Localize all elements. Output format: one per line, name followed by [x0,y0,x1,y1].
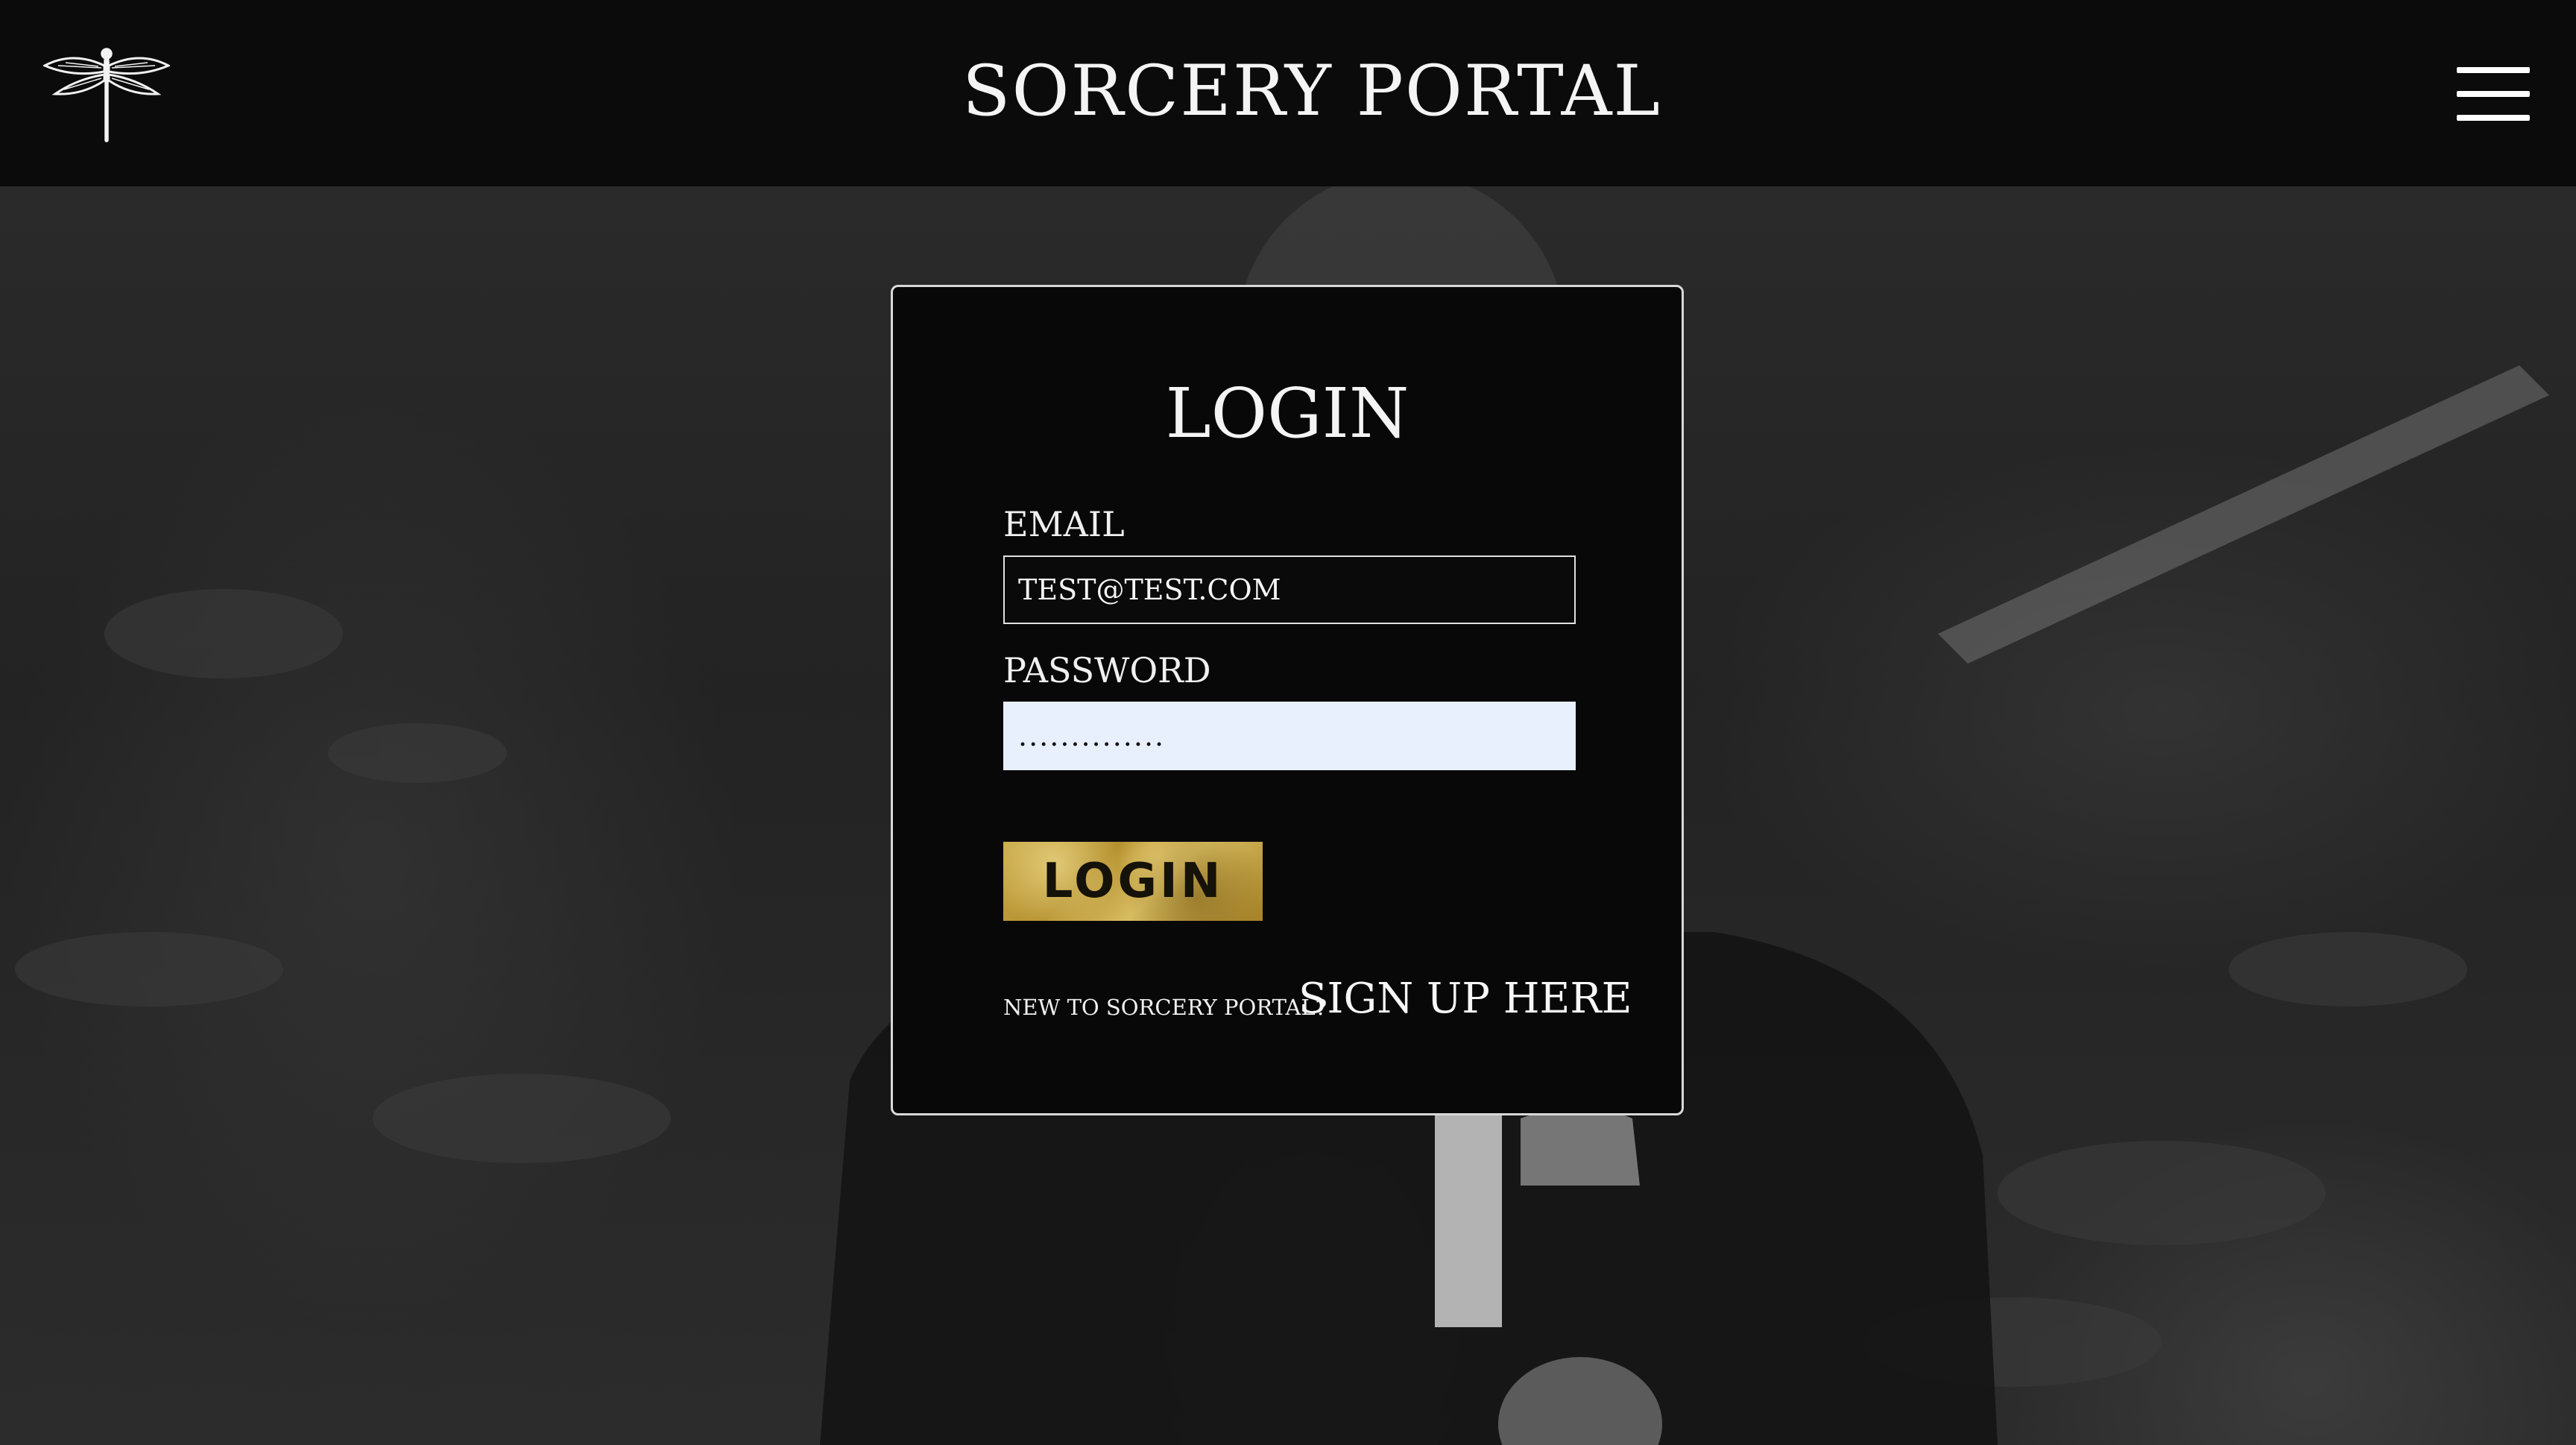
login-card: LOGIN EMAIL PASSWORD LOGIN NEW TO SORCER… [891,285,1684,1115]
email-label: EMAIL [1003,504,1125,544]
hamburger-menu-button[interactable] [2457,66,2530,122]
menu-bar-middle [2457,91,2530,97]
signup-row: NEW TO SORCERY PORTAL? SIGN UP HERE [1003,973,1632,1033]
password-label: PASSWORD [1003,650,1211,690]
menu-bar-top [2457,67,2530,73]
password-field[interactable] [1003,702,1576,770]
site-title: SORCERY PORTAL [962,51,1661,132]
signup-prompt: NEW TO SORCERY PORTAL? [1003,995,1328,1020]
login-button[interactable]: LOGIN [1003,842,1263,921]
email-field[interactable] [1003,555,1576,624]
menu-bar-bottom [2457,115,2530,121]
top-navigation-bar: SORCERY PORTAL [0,0,2576,186]
signup-link[interactable]: SIGN UP HERE [1298,973,1632,1025]
login-page: SORCERY PORTAL LOGIN EMAIL PASSWORD LOGI… [0,0,2576,1445]
login-heading: LOGIN [1165,374,1409,453]
